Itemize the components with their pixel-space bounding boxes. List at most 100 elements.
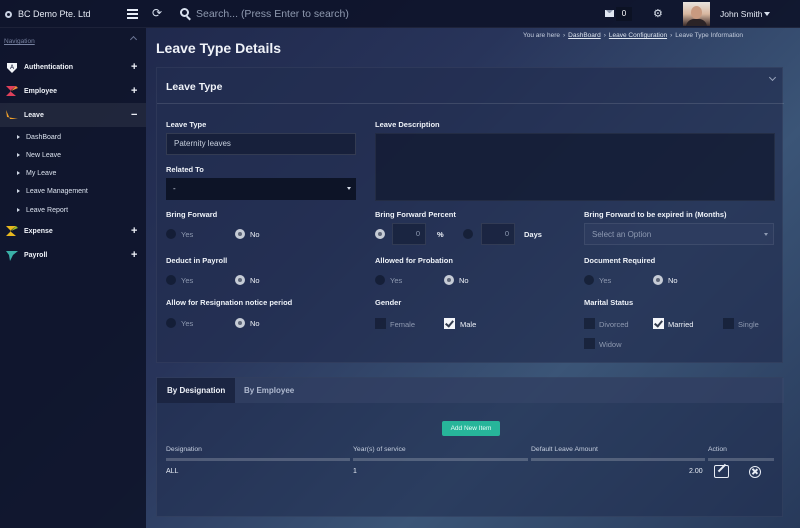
chevron-down-icon[interactable]	[768, 73, 777, 82]
cell-designation: ALL	[166, 468, 179, 475]
probation-no-radio[interactable]	[444, 275, 454, 285]
marital-divorced-checkbox[interactable]	[584, 318, 595, 329]
nav-title: Navigation	[4, 38, 35, 45]
sidebar-subitem-dashboard[interactable]: DashBoard	[0, 128, 146, 146]
related-to-select[interactable]: -	[166, 178, 356, 200]
add-new-item-button[interactable]: Add New Item	[442, 421, 500, 436]
sidebar-item-payroll[interactable]: Payroll +	[0, 243, 146, 267]
document-required-label: Document Required	[584, 256, 656, 265]
sidebar-item-authentication[interactable]: A Authentication +	[0, 55, 146, 79]
percent-input[interactable]: 0	[392, 223, 426, 245]
bring-forward-expiry-label: Bring Forward to be expired in (Months)	[584, 210, 727, 219]
mail-icon[interactable]	[605, 10, 614, 17]
sidebar-subitem-label: My Leave	[26, 169, 57, 177]
deduct-yes-radio[interactable]	[166, 275, 176, 285]
sidebar-item-label: Leave	[24, 111, 44, 119]
sidebar-item-label: Employee	[24, 87, 58, 95]
document-yes-label: Yes	[599, 276, 612, 285]
sidebar-subitem-leave-management[interactable]: Leave Management	[0, 182, 146, 200]
caret-right-icon	[17, 171, 20, 175]
avatar[interactable]	[683, 2, 710, 26]
sidebar-subitem-label: Leave Report	[26, 206, 69, 214]
search-input[interactable]	[196, 5, 576, 23]
top-bar: BC Demo Pte. Ltd ⟳ 0 ⚙ John Smith	[0, 0, 800, 28]
gear-icon[interactable]: ⚙	[653, 7, 663, 20]
authentication-icon: A	[7, 63, 17, 73]
sidebar-subitem-my-leave[interactable]: My Leave	[0, 164, 146, 182]
breadcrumb-current: Leave Type Information	[675, 32, 744, 39]
bring-forward-percent-label: Bring Forward Percent	[375, 210, 456, 219]
sidebar-subitem-label: DashBoard	[26, 133, 62, 141]
sidebar-item-expense[interactable]: Expense +	[0, 219, 146, 243]
bring-forward-no-radio[interactable]	[235, 229, 245, 239]
deduct-no-radio[interactable]	[235, 275, 245, 285]
leave-description-textarea[interactable]	[375, 133, 775, 201]
leave-type-input[interactable]: Paternity leaves	[166, 133, 356, 155]
delete-icon[interactable]	[749, 466, 761, 478]
search-icon[interactable]	[180, 8, 189, 17]
sidebar-subitem-leave-report[interactable]: Leave Report	[0, 201, 146, 219]
designation-tabs-card: By Designation By Employee Add New Item …	[156, 377, 784, 517]
refresh-icon[interactable]: ⟳	[152, 6, 162, 20]
marital-married-checkbox[interactable]	[653, 318, 664, 329]
resignation-no-radio[interactable]	[235, 318, 245, 328]
cell-amount: 2.00	[689, 468, 703, 475]
sidebar: Navigation A Authentication + Employee +…	[0, 28, 146, 528]
breadcrumb-dashboard[interactable]: DashBoard	[568, 32, 601, 39]
days-input[interactable]: 0	[481, 223, 515, 245]
caret-down-icon	[764, 233, 768, 236]
document-yes-radio[interactable]	[584, 275, 594, 285]
user-name[interactable]: John Smith	[720, 9, 763, 19]
resignation-yes-label: Yes	[181, 319, 194, 328]
breadcrumb: You are here › DashBoard › Leave Configurati…	[523, 32, 743, 39]
plus-icon[interactable]: +	[131, 249, 137, 261]
deduct-in-payroll-label: Deduct in Payroll	[166, 256, 228, 265]
plus-icon[interactable]: +	[131, 85, 137, 97]
marital-single-label: Single	[738, 320, 759, 329]
plus-icon[interactable]: +	[131, 225, 137, 237]
bring-forward-expiry-placeholder: Select an Option	[592, 230, 652, 239]
gender-female-checkbox[interactable]	[375, 318, 386, 329]
cell-years: 1	[353, 468, 357, 475]
plus-icon[interactable]: +	[131, 61, 137, 73]
document-no-radio[interactable]	[653, 275, 663, 285]
sidebar-item-employee[interactable]: Employee +	[0, 79, 146, 103]
tab-by-designation[interactable]: By Designation	[157, 378, 236, 403]
bring-forward-yes-radio[interactable]	[166, 229, 176, 239]
payroll-icon	[6, 251, 18, 261]
sidebar-subitem-new-leave[interactable]: New Leave	[0, 146, 146, 164]
gender-male-checkbox[interactable]	[444, 318, 455, 329]
probation-no-label: No	[459, 276, 469, 285]
minus-icon[interactable]: −	[131, 109, 137, 121]
leave-type-label: Leave Type	[166, 120, 207, 129]
marital-single-checkbox[interactable]	[723, 318, 734, 329]
gender-label: Gender	[375, 298, 402, 307]
sidebar-item-leave[interactable]: Leave −	[0, 103, 146, 127]
days-radio[interactable]	[463, 229, 473, 239]
gender-female-label: Female	[390, 320, 416, 329]
column-header-amount[interactable]: Default Leave Amount	[531, 446, 598, 453]
deduct-yes-label: Yes	[181, 276, 194, 285]
column-divider	[531, 458, 705, 461]
marital-divorced-label: Divorced	[599, 320, 629, 329]
sidebar-item-label: Expense	[24, 227, 53, 235]
probation-yes-radio[interactable]	[375, 275, 385, 285]
caret-right-icon	[17, 189, 20, 193]
column-header-years[interactable]: Year(s) of service	[353, 446, 406, 453]
related-to-label: Related To	[166, 165, 204, 174]
edit-icon[interactable]	[714, 465, 729, 478]
company-name: BC Demo Pte. Ltd	[18, 9, 91, 19]
resignation-yes-radio[interactable]	[166, 318, 176, 328]
caret-down-icon[interactable]	[764, 12, 770, 16]
column-divider	[708, 458, 774, 461]
breadcrumb-leave-configuration[interactable]: Leave Configuration	[609, 32, 667, 39]
tab-by-employee[interactable]: By Employee	[234, 378, 304, 403]
chevron-up-icon[interactable]	[129, 35, 138, 44]
column-header-designation[interactable]: Designation	[166, 446, 202, 453]
breadcrumb-separator: ›	[603, 32, 606, 39]
hamburger-icon[interactable]	[127, 9, 138, 19]
brand[interactable]: BC Demo Pte. Ltd	[0, 0, 146, 28]
percent-radio[interactable]	[375, 229, 385, 239]
bring-forward-expiry-select[interactable]: Select an Option	[584, 223, 774, 245]
marital-widow-checkbox[interactable]	[584, 338, 595, 349]
